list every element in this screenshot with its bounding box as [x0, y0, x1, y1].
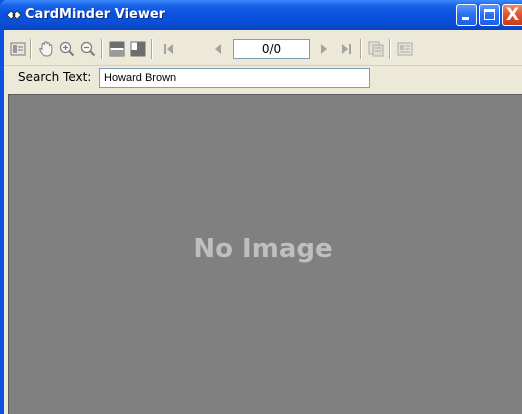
zoom-out-icon [78, 39, 98, 59]
card-list-button[interactable] [8, 39, 28, 59]
zoom-in-icon [57, 39, 77, 59]
next-page-button[interactable] [315, 39, 335, 59]
client-area: 0/0 Search Text: Howard Brown No Image [4, 30, 522, 414]
maximize-button[interactable] [479, 4, 500, 26]
close-button[interactable]: X [502, 4, 522, 26]
card-list-icon [8, 39, 28, 59]
last-page-icon [336, 39, 356, 59]
maximize-icon [484, 9, 495, 20]
window-title: CardMinder Viewer [25, 7, 166, 22]
next-page-icon [315, 39, 335, 59]
search-input[interactable]: Howard Brown [99, 68, 370, 88]
cardminder-app-icon [6, 9, 22, 21]
edit-card-button[interactable] [395, 39, 415, 59]
minimize-icon [462, 17, 469, 20]
toolbar-separator [30, 39, 32, 59]
edit-card-icon [395, 39, 415, 59]
minimize-button[interactable] [456, 4, 477, 26]
toolbar: 0/0 [4, 30, 522, 66]
zoom-in-button[interactable] [57, 39, 77, 59]
hand-pan-icon [36, 39, 56, 59]
toolbar-separator [360, 39, 362, 59]
first-page-icon [159, 39, 179, 59]
search-label: Search Text: [18, 70, 92, 84]
hand-pan-button[interactable] [36, 39, 56, 59]
toolbar-separator [389, 39, 391, 59]
toolbar-separator [151, 39, 153, 59]
toolbar-separator [101, 39, 103, 59]
previous-page-button[interactable] [207, 39, 227, 59]
close-icon: X [506, 5, 520, 25]
page-indicator-field[interactable]: 0/0 [233, 39, 310, 59]
back-side-button[interactable] [128, 39, 148, 59]
front-side-icon [107, 39, 127, 59]
first-page-button[interactable] [159, 39, 179, 59]
copy-image-icon [366, 39, 386, 59]
previous-page-icon [207, 39, 227, 59]
last-page-button[interactable] [336, 39, 356, 59]
back-side-icon [128, 39, 148, 59]
app-window: CardMinder Viewer X 0/0 Search Text: How… [0, 0, 522, 414]
no-image-text: No Image [193, 234, 333, 264]
copy-image-button[interactable] [366, 39, 386, 59]
image-viewer[interactable]: No Image [8, 94, 522, 414]
search-row: Search Text: Howard Brown [4, 67, 522, 91]
zoom-out-button[interactable] [78, 39, 98, 59]
front-side-button[interactable] [107, 39, 127, 59]
title-bar[interactable]: CardMinder Viewer X [0, 0, 522, 30]
